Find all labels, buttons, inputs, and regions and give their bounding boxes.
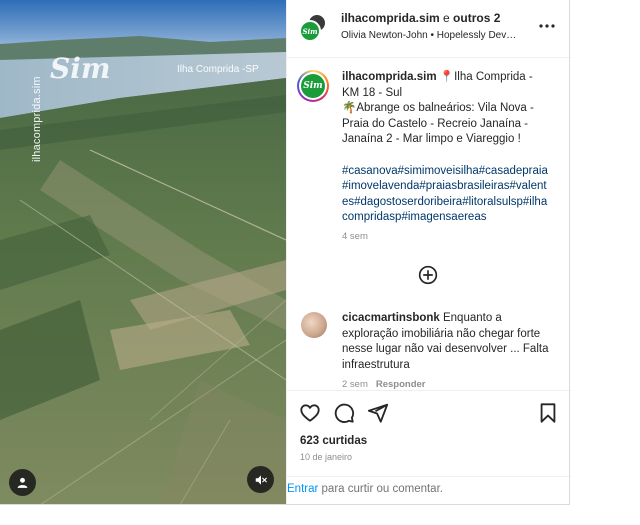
author-avatar[interactable]: Sim [299, 20, 321, 42]
comment-box-divider [287, 476, 571, 477]
post-sidebar: Sim ilhacomprida.sim e outros 2 Olivia N… [286, 0, 571, 505]
bookmark-icon [540, 403, 556, 423]
commenter-avatar[interactable] [301, 312, 327, 338]
authors-joiner: e [439, 11, 454, 25]
login-link[interactable]: Entrar [287, 483, 318, 495]
more-options-button[interactable] [537, 18, 557, 34]
login-prompt: Entrar para curtir ou comentar. [287, 483, 443, 495]
post-date[interactable]: 10 de janeiro [300, 452, 352, 462]
card-right-border [569, 0, 570, 505]
watermark-logo: Sim [50, 52, 111, 85]
audio-track-link[interactable]: Olivia Newton-John • Hopelessly Dev… [341, 30, 516, 41]
mute-button[interactable] [247, 466, 274, 493]
comment-button[interactable] [333, 402, 355, 424]
caption-username[interactable]: ilhacomprida.sim [342, 71, 437, 83]
user-tag-icon [17, 477, 28, 488]
caption-timestamp[interactable]: 4 sem [342, 231, 368, 242]
author-link[interactable]: ilhacomprida.sim [341, 11, 440, 25]
comment-meta: 2 sem Responder [342, 379, 426, 390]
muted-speaker-icon [255, 474, 267, 485]
comment-username[interactable]: cicacmartinsbonk [342, 312, 440, 324]
avatar-ring-gap: Sim [299, 72, 327, 100]
caption-author-avatar[interactable]: Sim [297, 70, 329, 102]
watermark-handle: ilhacomprida.sim [31, 76, 43, 162]
comment: cicacmartinsbonk Enquanto a exploração i… [342, 311, 557, 373]
save-button[interactable] [537, 402, 559, 424]
like-count[interactable]: 623 curtidas [300, 435, 367, 447]
caption-avatar-logo: Sim [301, 74, 325, 98]
post-header: Sim ilhacomprida.sim e outros 2 Olivia N… [287, 0, 571, 58]
share-button[interactable] [367, 402, 389, 424]
collaborators-link[interactable]: outros 2 [453, 11, 500, 25]
more-horizontal-icon [539, 24, 555, 28]
heart-icon [300, 404, 320, 422]
author-avatar-text: Sim [302, 26, 318, 36]
post-authors: ilhacomprida.sim e outros 2 [341, 11, 500, 25]
watermark-location: Ilha Comprida -SP [177, 64, 259, 75]
post-media[interactable]: ilhacomprida.sim Sim Ilha Comprida -SP [0, 0, 286, 505]
comment-timestamp[interactable]: 2 sem [342, 379, 368, 390]
actions-divider [287, 390, 571, 391]
load-more-comments-button[interactable] [418, 265, 438, 285]
like-button[interactable] [299, 402, 321, 424]
post-caption: ilhacomprida.sim 📍Ilha Comprida - KM 18 … [342, 70, 552, 226]
share-icon [367, 403, 389, 423]
caption-line-2: 🌴Abrange os balneários: Vila Nova - Prai… [342, 102, 534, 145]
caption-hashtags[interactable]: #casanova#simimoveisilha#casadepraia#imo… [342, 164, 552, 226]
reply-button[interactable]: Responder [376, 379, 426, 390]
comment-icon [334, 403, 355, 423]
login-prompt-text: para curtir ou comentar. [318, 483, 443, 495]
caption-line-1: ilhacomprida.sim 📍Ilha Comprida - KM 18 … [342, 70, 552, 101]
card-bottom-border [0, 504, 570, 505]
user-tag-button[interactable] [9, 469, 36, 496]
plus-circle-icon [418, 265, 438, 285]
